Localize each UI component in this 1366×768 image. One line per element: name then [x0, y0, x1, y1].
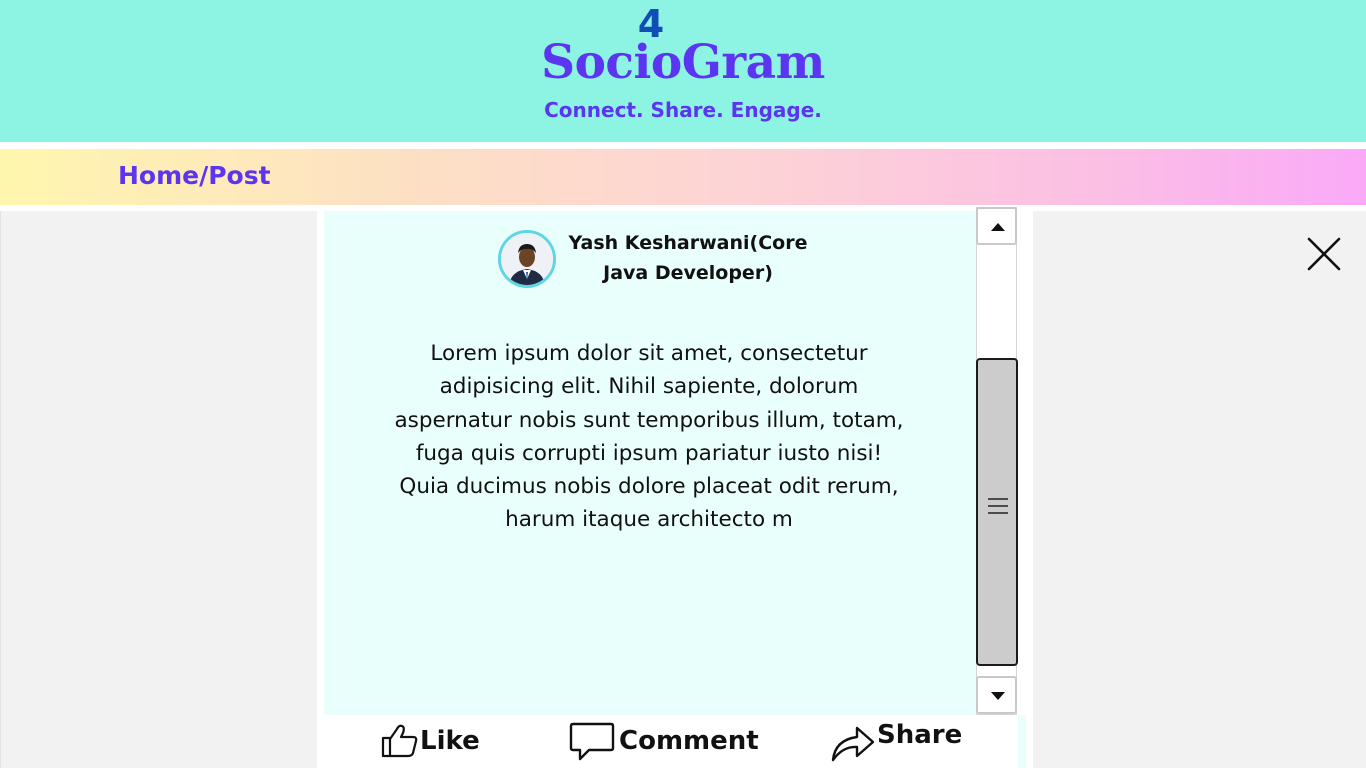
left-panel: [0, 211, 317, 768]
close-icon: [1307, 237, 1341, 271]
share-arrow-icon: [831, 726, 875, 762]
post-body: Lorem ipsum dolor sit amet, consectetur …: [362, 337, 936, 537]
thumbs-up-icon: [381, 724, 418, 758]
tagline: Connect. Share. Engage.: [544, 98, 822, 122]
comment-button[interactable]: Comment: [569, 716, 759, 766]
post-body-line: adipisicing elit. Nihil sapiente, doloru…: [439, 374, 859, 400]
like-button[interactable]: Like: [380, 716, 480, 766]
like-label: Like: [420, 726, 480, 756]
triangle-down-icon: [991, 692, 1005, 700]
author-name-line1: Yash Kesharwani(Core: [568, 232, 808, 254]
app-title: SocioGram: [541, 35, 825, 90]
breadcrumb[interactable]: Home/Post: [118, 158, 271, 194]
scrollbar-thumb[interactable]: [976, 358, 1018, 666]
scroll-up-button[interactable]: [976, 207, 1017, 245]
triangle-up-icon: [991, 223, 1005, 231]
author-name-line2: Java Developer): [603, 262, 773, 284]
author-avatar[interactable]: [498, 230, 556, 288]
speech-bubble-icon: [569, 722, 615, 761]
post-body-line: Lorem ipsum dolor sit amet, consectetur: [430, 341, 868, 366]
author-name[interactable]: Yash Kesharwani(Core Java Developer): [560, 228, 816, 288]
scroll-down-button[interactable]: [976, 676, 1017, 714]
share-label: Share: [877, 720, 963, 750]
share-button[interactable]: Share: [829, 716, 962, 766]
close-button[interactable]: [1302, 232, 1346, 276]
post-body-line: harum itaque architecto m: [505, 507, 793, 533]
comment-label: Comment: [619, 726, 759, 756]
card-edge: [1018, 715, 1026, 768]
right-panel: [1033, 211, 1366, 768]
post-body-line: fuga quis corrupti ipsum pariatur iusto …: [415, 440, 883, 466]
post-body-line: aspernatur nobis sunt temporibus illum, …: [394, 407, 904, 433]
post-body-line: Quia ducimus nobis dolore placeat odit r…: [399, 474, 899, 500]
author-photo: [501, 233, 553, 285]
hamburger-icon: [988, 498, 1008, 514]
